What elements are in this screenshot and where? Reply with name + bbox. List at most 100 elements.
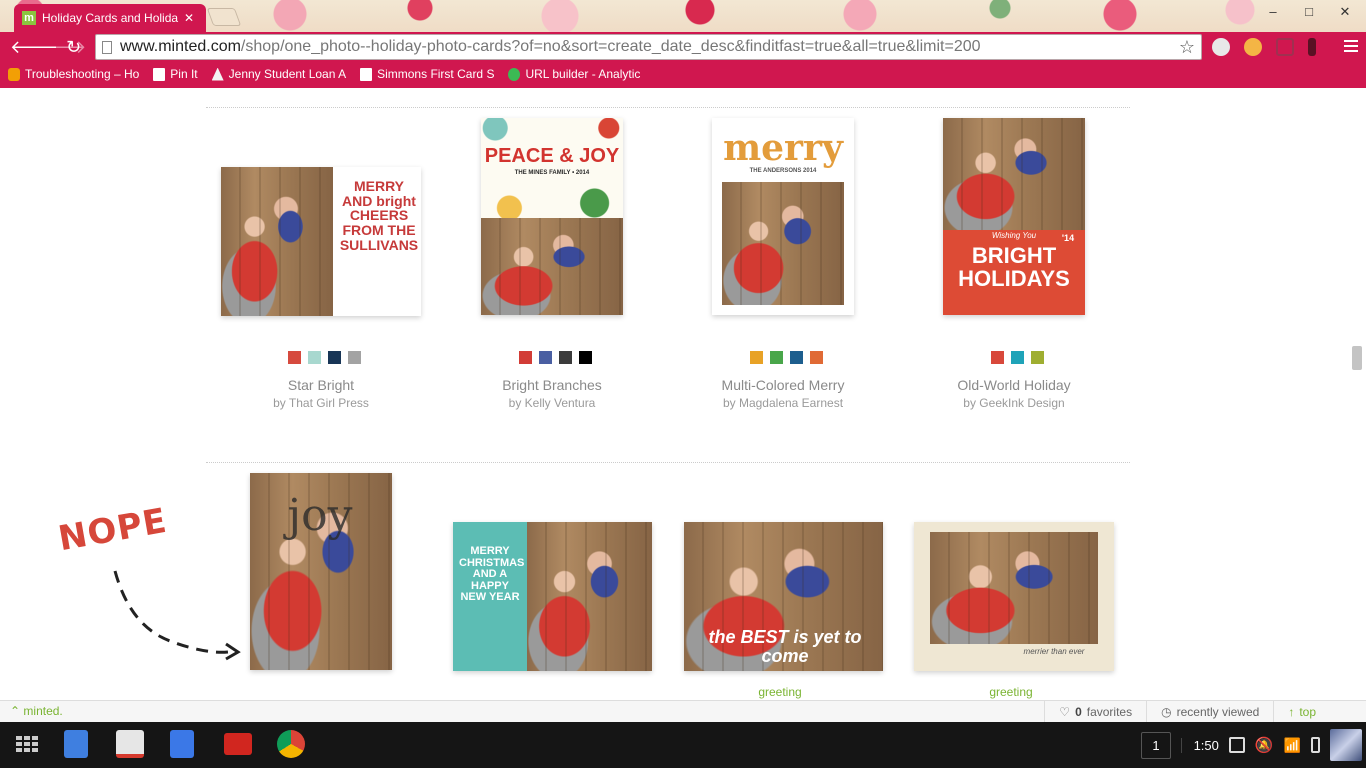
top-label: top [1299, 705, 1316, 719]
swatch[interactable] [559, 351, 572, 364]
new-tab-button[interactable] [206, 8, 242, 26]
favorites-count: 0 [1075, 705, 1082, 719]
product-card-image[interactable]: MERRY AND bright CHEERS FROM THE SULLIVA… [221, 167, 421, 316]
product-title[interactable]: Old-World Holiday [899, 377, 1129, 393]
card-greeting: merrier than ever [1023, 647, 1085, 656]
product-tag[interactable]: greeting [680, 685, 880, 699]
minted-logo[interactable]: ⌃ minted. [10, 704, 63, 718]
status-area[interactable]: 1 1:50 🔕 📶 [1141, 726, 1366, 764]
swatch[interactable] [790, 351, 803, 364]
browser-tab[interactable]: m Holiday Cards and Holida ✕ [14, 4, 206, 32]
search-extension-icon[interactable] [1212, 38, 1230, 56]
page-icon [153, 67, 166, 81]
product-card-image[interactable]: PEACE & JOY THE MINES FAMILY • 2014 [481, 118, 623, 315]
app-launcher-icon[interactable] [10, 730, 38, 758]
page-icon [360, 67, 373, 81]
chrome-icon[interactable] [277, 730, 305, 758]
bookmark-item[interactable]: Jenny Student Loan A [211, 67, 347, 81]
product-tag[interactable]: greeting [911, 685, 1111, 699]
os-shelf: 1 1:50 🔕 📶 [0, 722, 1366, 768]
product-title[interactable]: Bright Branches [437, 377, 667, 393]
card-greeting: joy [287, 490, 353, 541]
swatch[interactable] [519, 351, 532, 364]
tab-strip: m Holiday Cards and Holida ✕ ‒ □ ✕ [0, 0, 1366, 32]
product-designer[interactable]: by That Girl Press [206, 396, 436, 410]
swatch[interactable] [750, 351, 763, 364]
favorites-label: favorites [1086, 705, 1133, 719]
heart-icon: ♡ [1059, 705, 1071, 719]
favorites-link[interactable]: ♡ 0 favorites [1044, 701, 1146, 723]
minimize-icon[interactable]: ‒ [1266, 4, 1280, 20]
product-designer[interactable]: by Magdalena Earnest [668, 396, 898, 410]
swatch[interactable] [770, 351, 783, 364]
chrome-menu-icon[interactable] [1344, 40, 1358, 55]
swatch[interactable] [328, 351, 341, 364]
recently-viewed-link[interactable]: ◷ recently viewed [1146, 701, 1273, 723]
card-subtext: THE MINES FAMILY • 2014 [514, 170, 590, 176]
google-docs-icon[interactable] [64, 730, 88, 758]
swatch[interactable] [1031, 351, 1044, 364]
clock: 1:50 [1180, 737, 1219, 753]
color-swatches [288, 351, 361, 364]
bookmark-item[interactable]: Troubleshooting – Ho [8, 67, 139, 81]
family-photo [527, 522, 652, 671]
bookmarks-bar: Troubleshooting – Ho Pin It Jenny Studen… [0, 62, 1366, 86]
product-card-image[interactable]: MERRY CHRISTMAS AND A HAPPY NEW YEAR [453, 522, 652, 671]
row-divider [206, 107, 1130, 108]
back-to-top-link[interactable]: ↑ top [1273, 701, 1366, 723]
window-controls: ‒ □ ✕ [1266, 4, 1352, 20]
swatch[interactable] [1011, 351, 1024, 364]
product-card-image[interactable]: merry THE ANDERSONS 2014 [712, 118, 854, 315]
swatch[interactable] [579, 351, 592, 364]
browser-toolbar: 🡐 🡒 ↻ www.minted.com /shop/one_photo--ho… [0, 32, 1366, 62]
swatch[interactable] [991, 351, 1004, 364]
orange-app-icon [8, 67, 20, 81]
product-title[interactable]: Star Bright [206, 377, 436, 393]
google-icon [508, 67, 521, 81]
swatch[interactable] [288, 351, 301, 364]
product-card-image[interactable]: joy [250, 473, 392, 670]
youtube-icon[interactable] [224, 733, 252, 755]
gmail-icon[interactable] [116, 730, 144, 758]
battery-extension-icon[interactable] [1308, 38, 1316, 56]
product-card-image[interactable]: merrier than ever [914, 522, 1114, 671]
address-bar[interactable]: www.minted.com /shop/one_photo--holiday-… [95, 34, 1202, 60]
bookmark-label: Jenny Student Loan A [228, 67, 347, 81]
google-search-icon[interactable] [170, 730, 194, 758]
dashed-arrow-icon [113, 570, 241, 661]
chevron-up-icon: ⌃ [10, 704, 21, 718]
family-photo [943, 118, 1085, 230]
product-title[interactable]: Multi-Colored Merry [668, 377, 898, 393]
card-greeting: PEACE & JOY [484, 145, 620, 167]
card-year: '14 [1061, 233, 1075, 243]
bookmark-star-icon[interactable]: ☆ [1179, 37, 1195, 58]
bookmark-item[interactable]: Pin It [153, 67, 198, 81]
swatch[interactable] [539, 351, 552, 364]
product-designer[interactable]: by GeekInk Design [899, 396, 1129, 410]
bookmark-item[interactable]: URL builder - Analytic [508, 67, 640, 81]
product-card-image[interactable]: the BEST is yet to come [684, 522, 883, 671]
bookmark-item[interactable]: Simmons First Card S [360, 67, 494, 81]
brand-label: minted. [23, 704, 63, 718]
extension-icons [1212, 38, 1316, 56]
maximize-icon[interactable]: □ [1302, 4, 1316, 20]
user-count[interactable]: 1 [1141, 731, 1171, 759]
color-swatches [991, 351, 1044, 364]
color-swatches [519, 351, 592, 364]
honey-extension-icon[interactable] [1244, 38, 1262, 56]
tab-title: Holiday Cards and Holida [42, 11, 179, 25]
close-window-icon[interactable]: ✕ [1338, 4, 1352, 20]
card-subtext: THE ANDERSONS 2014 [749, 168, 817, 174]
nope-annotation: NOPE [55, 500, 171, 560]
swatch[interactable] [348, 351, 361, 364]
notifications-off-icon: 🔕 [1254, 737, 1274, 754]
swatch[interactable] [810, 351, 823, 364]
scrollbar-thumb[interactable] [1352, 346, 1362, 370]
page-footer-bar: ⌃ minted. ♡ 0 favorites ◷ recently viewe… [0, 700, 1366, 723]
reload-icon[interactable]: ↻ [66, 36, 81, 58]
swatch[interactable] [308, 351, 321, 364]
tab-close-icon[interactable]: ✕ [184, 11, 194, 25]
product-card-image[interactable]: Wishing You BRIGHT HOLIDAYS '14 [943, 118, 1085, 315]
product-designer[interactable]: by Kelly Ventura [437, 396, 667, 410]
cast-icon[interactable] [1276, 38, 1294, 56]
